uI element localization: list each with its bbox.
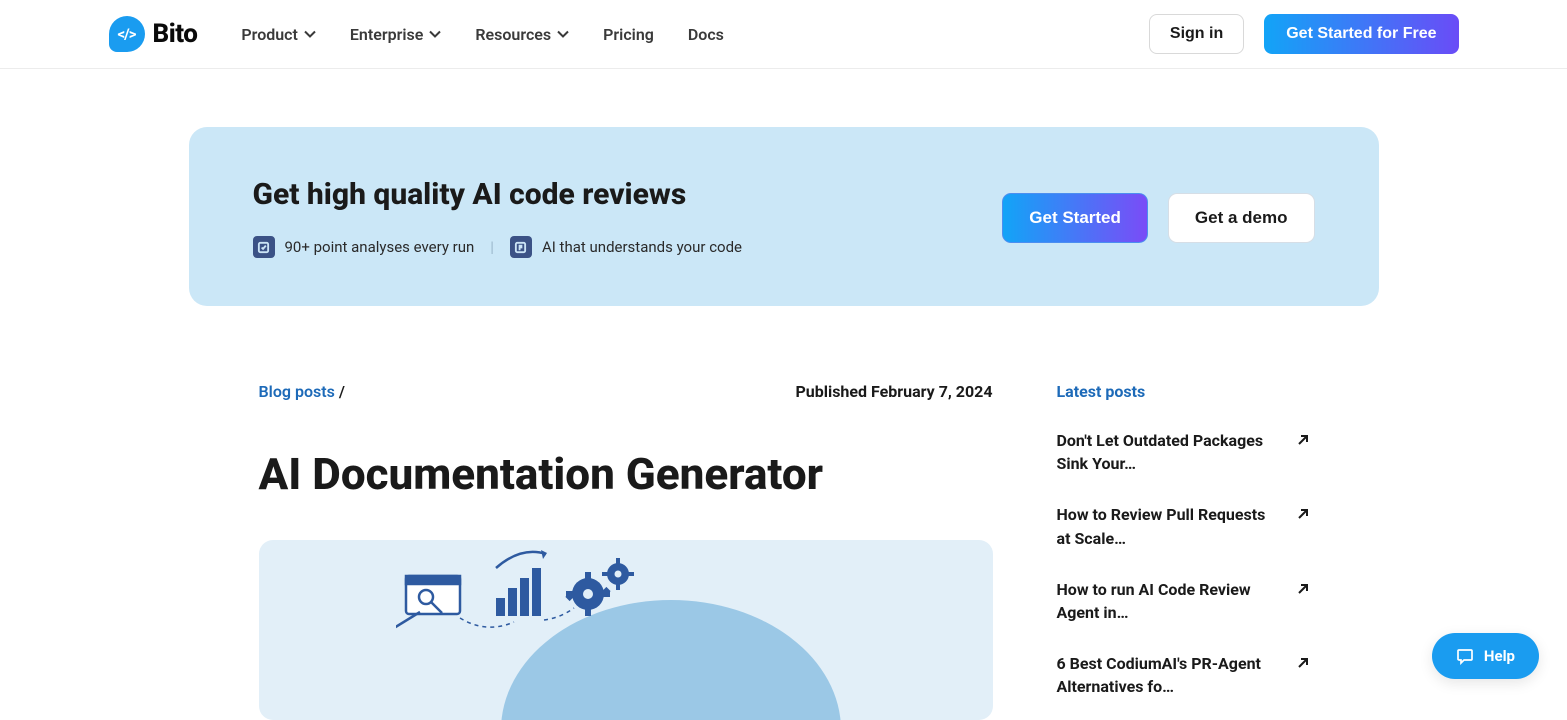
- logo[interactable]: </> Bito: [109, 16, 198, 52]
- nav-docs[interactable]: Docs: [688, 25, 724, 44]
- main-nav: Product Enterprise Resources Pricing Doc…: [241, 25, 724, 44]
- sign-in-button[interactable]: Sign in: [1149, 14, 1244, 54]
- nav-enterprise[interactable]: Enterprise: [350, 25, 441, 44]
- feature-item: 90+ point analyses every run: [253, 236, 475, 258]
- site-header: </> Bito Product Enterprise Resources Pr…: [0, 0, 1567, 69]
- nav-product[interactable]: Product: [241, 25, 316, 44]
- breadcrumb: Blog posts /: [259, 382, 345, 401]
- published-date: Published February 7, 2024: [795, 382, 992, 401]
- checklist-icon: [253, 236, 275, 258]
- latest-post-link[interactable]: Don't Let Outdated Packages Sink Your…: [1057, 429, 1309, 475]
- article-hero-image: [259, 540, 993, 720]
- latest-post-link[interactable]: 6 Best CodiumAI's PR-Agent Alternatives …: [1057, 652, 1309, 698]
- breadcrumb-link[interactable]: Blog posts: [259, 382, 335, 401]
- latest-post-link[interactable]: How to Review Pull Requests at Scale…: [1057, 503, 1309, 549]
- promo-banner: Get high quality AI code reviews 90+ poi…: [189, 127, 1379, 306]
- logo-text: Bito: [153, 19, 198, 49]
- illustration-icon: [396, 540, 856, 720]
- logo-icon: </>: [109, 16, 145, 52]
- chevron-down-icon: [557, 30, 569, 38]
- arrow-up-right-icon: [1297, 434, 1309, 446]
- sidebar: Latest posts Don't Let Outdated Packages…: [1057, 382, 1309, 720]
- get-started-button[interactable]: Get Started: [1002, 193, 1148, 243]
- feature-item: AI that understands your code: [510, 236, 742, 258]
- arrow-up-right-icon: [1297, 508, 1309, 520]
- get-started-free-button[interactable]: Get Started for Free: [1264, 14, 1458, 54]
- help-label: Help: [1484, 647, 1515, 665]
- nav-resources[interactable]: Resources: [475, 25, 569, 44]
- help-button[interactable]: Help: [1432, 633, 1539, 679]
- brain-icon: [510, 236, 532, 258]
- chevron-down-icon: [304, 30, 316, 38]
- arrow-up-right-icon: [1297, 657, 1309, 669]
- nav-pricing[interactable]: Pricing: [603, 25, 654, 44]
- article-title: AI Documentation Generator: [259, 449, 993, 500]
- latest-post-link[interactable]: How to run AI Code Review Agent in…: [1057, 578, 1309, 624]
- banner-title: Get high quality AI code reviews: [253, 177, 743, 212]
- sidebar-heading: Latest posts: [1057, 382, 1309, 401]
- chevron-down-icon: [429, 30, 441, 38]
- arrow-up-right-icon: [1297, 583, 1309, 595]
- separator: |: [490, 238, 494, 256]
- get-demo-button[interactable]: Get a demo: [1168, 193, 1315, 243]
- chat-icon: [1456, 647, 1474, 665]
